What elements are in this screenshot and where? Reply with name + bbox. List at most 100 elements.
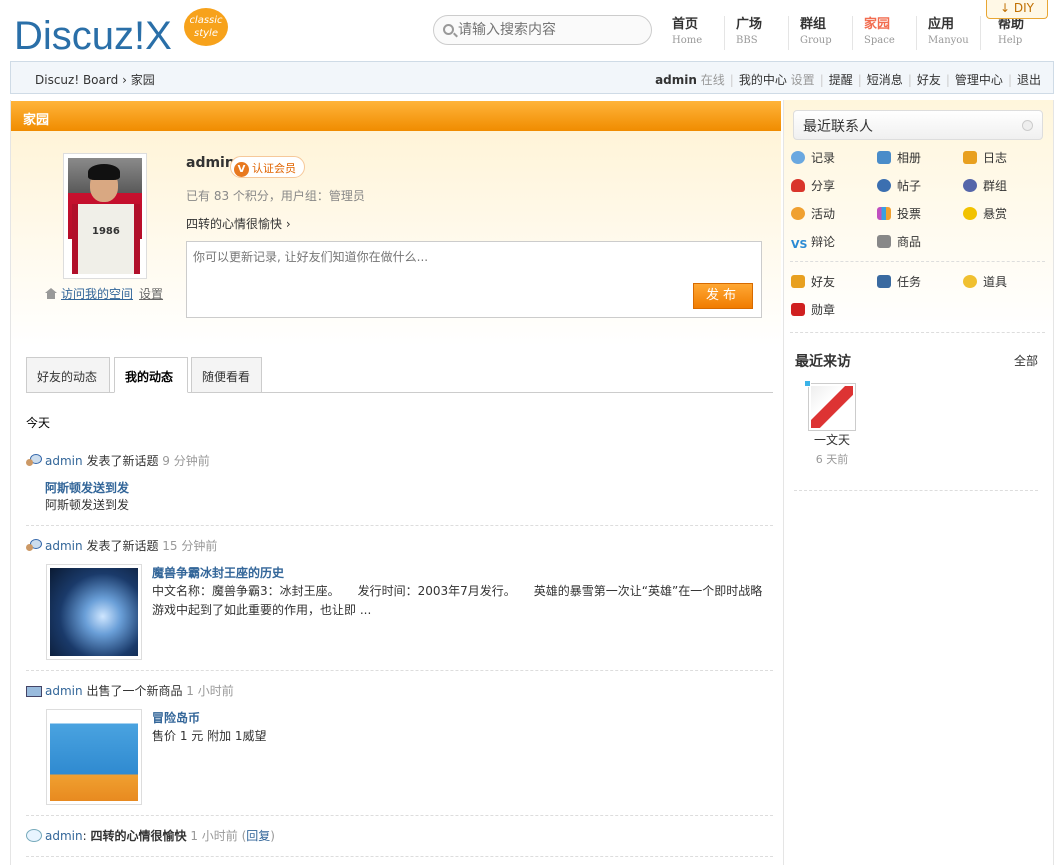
app-poll[interactable]: 投票 (877, 205, 957, 222)
feed-header: admin: 四转的心情很愉快 1 小时前 (回复) (26, 827, 773, 844)
diy-button[interactable]: ↓ DIY (986, 0, 1048, 19)
app-activity[interactable]: 活动 (791, 205, 871, 222)
avatar-hair (88, 164, 120, 180)
feed-title-text: 阿斯顿发送到发 (45, 481, 130, 495)
app-post[interactable]: 帖子 (877, 177, 957, 194)
tab-friends-feed[interactable]: 好友的动态 (26, 357, 110, 393)
divider (26, 670, 773, 671)
profile-settings-link[interactable]: 设置 (139, 287, 163, 301)
app-share[interactable]: 分享 (791, 177, 871, 194)
logout-link[interactable]: 退出 (1017, 73, 1041, 87)
feed-user-link[interactable]: admin (45, 829, 83, 843)
feed-tabs: 好友的动态 我的动态 随便看看 (26, 357, 773, 393)
nav-space[interactable]: 家园 Space (855, 16, 917, 50)
tab-random[interactable]: 随便看看 (191, 357, 262, 393)
app-record[interactable]: 记录 (791, 149, 871, 166)
app-debate[interactable]: VS 辩论 (791, 233, 871, 251)
date-heading: 今天 (26, 416, 51, 430)
feed-user-link[interactable]: admin (45, 454, 83, 468)
view-all-link[interactable]: 全部 (1014, 352, 1038, 369)
visitor-avatar[interactable] (808, 383, 856, 431)
app-label: 道具 (983, 275, 1008, 289)
reply-link[interactable]: 回复 (246, 829, 270, 843)
section-title: 家园 (11, 101, 781, 131)
nav-manyou[interactable]: 应用 Manyou (919, 16, 981, 50)
divider (790, 261, 1045, 262)
app-goods[interactable]: 商品 (877, 233, 957, 250)
visit-space: 访问我的空间 设置 (45, 285, 163, 302)
feed-user-link[interactable]: admin (45, 684, 83, 698)
app-label: 勋章 (811, 303, 836, 317)
nav-group[interactable]: 群组 Group (791, 16, 853, 50)
feed-action: 出售了一个新商品 (86, 684, 183, 698)
verified-badge[interactable]: V 认证会员 (230, 156, 305, 178)
thumbnail-image (50, 713, 138, 801)
feed-title-text: 魔兽争霸冰封王座的历史 (152, 566, 285, 580)
nav-help[interactable]: 帮助 Help (989, 16, 1051, 50)
feed-thumbnail[interactable] (46, 564, 142, 660)
divider (26, 525, 773, 526)
feed-user-link[interactable]: admin (45, 539, 83, 553)
search-input[interactable] (458, 20, 643, 40)
app-task[interactable]: 任务 (877, 273, 957, 290)
recent-visitors-title: 最近来访 (795, 354, 851, 370)
recent-contacts-label: 最近联系人 (803, 119, 873, 135)
app-label: 日志 (983, 151, 1008, 165)
magic-wand-icon (963, 275, 977, 288)
breadcrumb-home[interactable]: Discuz! Board (35, 73, 118, 87)
avatar-image (68, 158, 142, 274)
visitor-name[interactable]: 一文天 (795, 431, 869, 448)
mood-link[interactable]: 四转的心情很愉快 › (186, 215, 291, 232)
friends-link[interactable]: 好友 (917, 73, 941, 87)
app-friends[interactable]: 好友 (791, 273, 871, 290)
feed-header: admin 发表了新话题 15 分钟前 (26, 537, 773, 554)
divider: | (819, 73, 824, 87)
avatar[interactable] (63, 153, 147, 279)
speech-bubble-icon (26, 829, 42, 842)
app-blog[interactable]: 日志 (963, 149, 1043, 166)
nav-sublabel: Home (672, 35, 703, 46)
feed-title-text: 冒险岛币 (152, 711, 201, 725)
feed-title[interactable]: 冒险岛币 (152, 709, 200, 726)
search-box[interactable] (433, 15, 652, 45)
profile-username[interactable]: admin (186, 155, 235, 171)
username-link[interactable]: admin (655, 73, 697, 87)
feed-body: 阿斯顿发送到发 (45, 498, 130, 512)
app-medal[interactable]: 勋章 (791, 301, 871, 318)
diy-label: DIY (1013, 1, 1034, 15)
site-logo[interactable]: Discuz!X classic style (12, 6, 232, 60)
nav-label: 群组 (800, 17, 827, 32)
divider (26, 856, 773, 857)
feed-item: admin 出售了一个新商品 1 小时前 (26, 682, 773, 699)
app-album[interactable]: 相册 (877, 149, 957, 166)
admin-center-link[interactable]: 管理中心 (955, 73, 1003, 87)
feed-time: 15 分钟前 (162, 539, 218, 553)
divider: | (1007, 73, 1012, 87)
feed-title[interactable]: 阿斯顿发送到发 (45, 479, 129, 496)
thumbnail-image (50, 568, 138, 656)
nav-home[interactable]: 首页 Home (663, 16, 725, 50)
app-group[interactable]: 群组 (963, 177, 1043, 194)
speech-bubble-icon (791, 151, 805, 164)
my-center-link[interactable]: 我的中心 (739, 73, 787, 87)
settings-link[interactable]: 设置 (791, 73, 815, 87)
feed-title[interactable]: 魔兽争霸冰封王座的历史 (152, 564, 284, 581)
recent-contacts-button[interactable]: 最近联系人 (793, 110, 1043, 140)
status-input[interactable] (193, 248, 683, 288)
publish-button[interactable]: 发布 (693, 283, 753, 309)
breadcrumb-separator: › (122, 73, 127, 87)
feed-item: admin 发表了新话题 15 分钟前 (26, 537, 773, 554)
nav-label: 应用 (928, 17, 955, 32)
app-magic[interactable]: 道具 (963, 273, 1043, 290)
breadcrumb-current: 家园 (130, 73, 155, 87)
app-label: 分享 (811, 179, 836, 193)
remind-link[interactable]: 提醒 (829, 73, 853, 87)
messages-link[interactable]: 短消息 (867, 73, 903, 87)
visit-space-link[interactable]: 访问我的空间 (61, 287, 133, 301)
avatar-shirt (78, 204, 134, 274)
nav-bbs[interactable]: 广场 BBS (727, 16, 789, 50)
vs-icon: VS (791, 238, 808, 251)
app-reward[interactable]: 悬赏 (963, 205, 1043, 222)
tab-my-feed[interactable]: 我的动态 (114, 357, 188, 393)
feed-thumbnail[interactable] (46, 709, 142, 805)
